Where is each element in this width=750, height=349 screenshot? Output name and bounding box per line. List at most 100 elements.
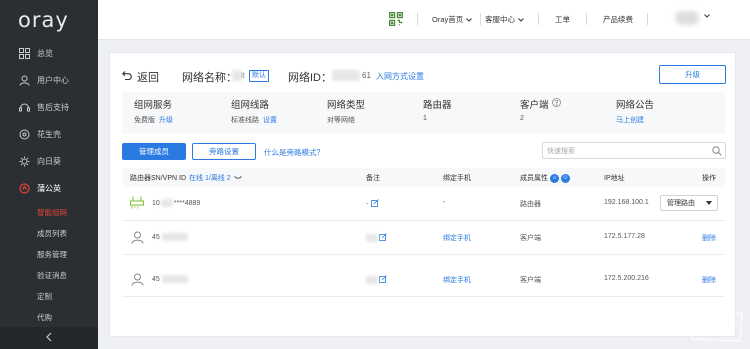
- sidebar-item-peanut-shell[interactable]: 花生壳: [0, 121, 98, 148]
- sidebar-subitem-service-management[interactable]: 服务管理: [0, 244, 98, 265]
- delete-link[interactable]: 删除: [702, 275, 716, 285]
- join-method-settings-link[interactable]: 入网方式设置: [376, 71, 424, 82]
- info-title: 网络公告: [616, 100, 655, 111]
- grid-icon: [18, 48, 30, 60]
- router-filter-icon[interactable]: ⌂: [550, 173, 559, 183]
- network-name-value: it: [241, 71, 245, 80]
- redacted-id: [161, 275, 188, 283]
- back-button[interactable]: 返回: [122, 69, 159, 85]
- bind-phone-link[interactable]: 绑定手机: [443, 275, 471, 285]
- help-icon[interactable]: [551, 98, 561, 110]
- upgrade-link[interactable]: 升级: [159, 117, 173, 124]
- sidebar-item-support[interactable]: 售后支持: [0, 94, 98, 121]
- device-id-suffix: ****4889: [173, 199, 201, 207]
- edit-icon[interactable]: [371, 199, 380, 209]
- peanut-icon: [18, 129, 30, 141]
- router-icon: 6 F3: [130, 196, 144, 209]
- dandelion-icon: [18, 183, 30, 195]
- bind-phone-link[interactable]: 绑定手机: [443, 233, 471, 243]
- edit-icon[interactable]: [379, 275, 387, 285]
- oray-logo[interactable]: oray: [0, 0, 98, 40]
- manage-router-dropdown[interactable]: 管理路由: [660, 195, 718, 211]
- what-is-bypass-link[interactable]: 什么是旁路模式？: [264, 147, 324, 158]
- line-settings-link[interactable]: 设置: [263, 117, 277, 124]
- table-row: 45 绑定手机 客户端 172.5.200.216 删除: [122, 263, 725, 297]
- divider: [538, 13, 539, 25]
- service-center-menu[interactable]: 客服中心: [485, 14, 524, 25]
- sidebar-item-dandelion[interactable]: 蒲公英: [0, 175, 98, 202]
- service-center-label: 客服中心: [485, 15, 515, 24]
- info-title: 组网服务: [134, 100, 173, 111]
- sidebar-subitem-smart-network[interactable]: 智能组网: [0, 202, 98, 223]
- user-icon: [18, 75, 30, 87]
- table-row: 45 绑定手机 客户端 172.5.177.28 删除: [122, 221, 725, 255]
- ip-cell: 172.5.200.216: [604, 275, 649, 282]
- network-id-value: 61: [362, 71, 371, 80]
- note-cell[interactable]: [366, 275, 387, 285]
- redacted-id: [160, 199, 173, 207]
- renew-link[interactable]: 产品续费: [603, 14, 633, 25]
- divider: [586, 13, 587, 25]
- edit-icon[interactable]: [379, 233, 387, 243]
- note-cell[interactable]: [366, 233, 387, 243]
- info-value: 2: [520, 115, 524, 122]
- chevron-down-icon: [518, 15, 524, 24]
- avatar[interactable]: [675, 11, 699, 25]
- note-cell[interactable]: -: [366, 199, 380, 209]
- ticket-link[interactable]: 工单: [555, 14, 570, 25]
- sidebar-subitem-purchase[interactable]: 代购: [0, 307, 98, 328]
- sidebar-item-label: 售后支持: [37, 103, 69, 112]
- bypass-settings-button[interactable]: 旁路设置: [192, 143, 256, 160]
- sidebar-item-label: 蒲公英: [37, 184, 61, 193]
- device-id: 45: [152, 233, 188, 241]
- redacted-note: [366, 276, 378, 284]
- filter-online[interactable]: 在线 1: [189, 173, 209, 183]
- divider: [417, 13, 418, 25]
- watermark-logo: [691, 312, 743, 342]
- client-filter-icon[interactable]: ☺: [561, 173, 570, 183]
- sunflower-icon: [18, 156, 30, 168]
- sidebar-item-overview[interactable]: 总览: [0, 40, 98, 67]
- info-value: 1: [423, 115, 427, 122]
- info-title: 网络类型: [327, 100, 366, 111]
- sidebar-item-sunflower[interactable]: 向日葵: [0, 148, 98, 175]
- sidebar-subitem-custom[interactable]: 定制: [0, 286, 98, 307]
- sidebar-item-user-center[interactable]: 用户中心: [0, 67, 98, 94]
- oray-home-label: Oray首页: [432, 15, 464, 24]
- oray-home-menu[interactable]: Oray首页: [432, 14, 473, 25]
- col-bind-phone: 绑定手机: [443, 175, 471, 182]
- sidebar-subitem-verification-messages[interactable]: 验证消息: [0, 265, 98, 286]
- search-input[interactable]: [547, 145, 707, 157]
- info-value: 标准线路 设置: [231, 115, 277, 125]
- sidebar-collapse-button[interactable]: [0, 327, 98, 349]
- info-title-wrap: 客户端: [520, 97, 561, 111]
- ip-cell: 192.168.100.1: [604, 199, 649, 206]
- manage-router-label: 管理路由: [667, 200, 695, 207]
- redacted-id: [161, 233, 188, 241]
- search-icon[interactable]: [712, 146, 722, 156]
- network-info-strip: 组网服务 免费版 升级 组网线路 标准线路 设置 网络类型 对等网络 路由器 1 客…: [122, 92, 725, 134]
- network-name-label: 网络名称：: [182, 72, 237, 84]
- info-title: 客户端: [520, 100, 549, 111]
- table-row: 6 F3 10 ****4889 - - 路由器 192.168.100.1 管…: [122, 187, 725, 221]
- device-id: 10 ****4889: [152, 199, 200, 207]
- chevron-down-icon: [466, 15, 473, 24]
- search-box: [542, 142, 726, 159]
- col-device: 路由器SN/VPN ID 在线 1 / 离线 2: [130, 173, 242, 183]
- col-ip: IP地址: [604, 175, 625, 182]
- delete-link[interactable]: 删除: [702, 233, 716, 243]
- link-icon: [233, 175, 242, 182]
- manage-members-button[interactable]: 管理成员: [122, 143, 186, 160]
- device-id-prefix: 10: [152, 199, 160, 207]
- member-attr-cell: 客户端: [520, 235, 541, 242]
- chevron-down-icon[interactable]: [704, 14, 710, 18]
- back-label: 返回: [137, 72, 159, 84]
- info-value: 对等网络: [327, 117, 355, 124]
- create-now-link[interactable]: 马上创建: [616, 115, 644, 125]
- divider: [480, 13, 481, 25]
- qr-code-icon[interactable]: [389, 12, 403, 26]
- upgrade-button[interactable]: 升级: [659, 65, 726, 84]
- filter-offline[interactable]: 离线 2: [211, 173, 231, 183]
- sidebar-subitem-member-list[interactable]: 成员列表: [0, 223, 98, 244]
- note-text: -: [366, 200, 369, 208]
